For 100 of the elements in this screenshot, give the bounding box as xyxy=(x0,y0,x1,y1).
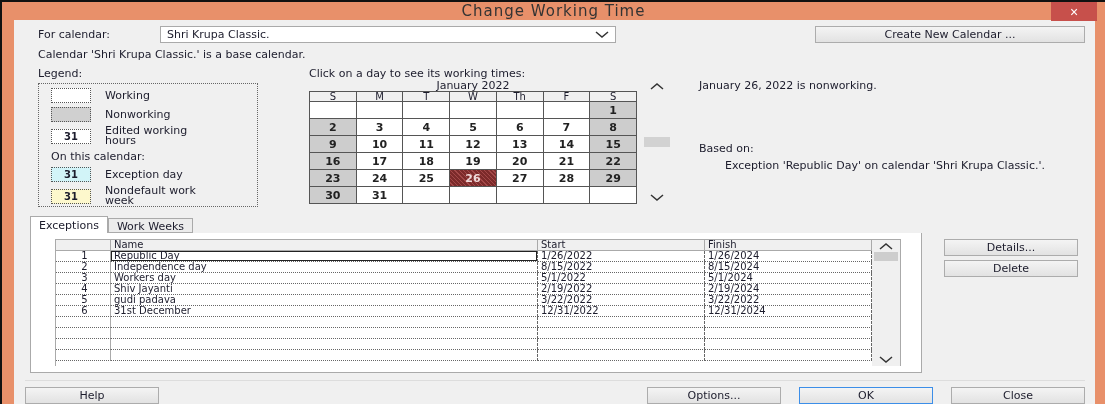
dialog-button[interactable]: Options... xyxy=(647,387,781,404)
calendar-day[interactable]: 30 xyxy=(310,187,357,204)
legend-label: Nondefault work week xyxy=(105,186,197,206)
dialog-button[interactable]: Help xyxy=(25,387,159,404)
scroll-down-icon[interactable] xyxy=(650,194,664,202)
row-number: 6 xyxy=(56,306,111,317)
calendar-day[interactable]: 1 xyxy=(590,102,637,119)
calendar-dropdown[interactable]: Shri Krupa Classic. xyxy=(160,26,617,43)
calendar-day[interactable]: 7 xyxy=(543,119,591,136)
weekday-header: Th xyxy=(496,92,544,102)
table-cell[interactable]: 8/15/2022 xyxy=(538,262,705,273)
legend-swatch xyxy=(51,88,91,103)
weekday-header: F xyxy=(543,92,591,102)
table-cell[interactable]: Workers day xyxy=(111,273,538,284)
table-cell[interactable]: 1/26/2022 xyxy=(538,251,705,262)
calendar-day[interactable]: 29 xyxy=(590,170,637,187)
calendar-day[interactable]: 4 xyxy=(403,119,451,136)
tab[interactable]: Work Weeks xyxy=(107,218,194,233)
table-cell[interactable]: Republic Day xyxy=(111,251,538,262)
table-cell[interactable]: 5/1/2022 xyxy=(538,273,705,284)
calendar-day[interactable]: 2 xyxy=(310,119,357,136)
legend-label: Working xyxy=(105,90,151,101)
dropdown-chevron-icon[interactable] xyxy=(595,30,610,39)
weekday-header: T xyxy=(403,92,451,102)
weekday-header: W xyxy=(450,92,497,102)
calendar-day[interactable]: 19 xyxy=(450,153,497,170)
calendar-day[interactable]: 21 xyxy=(543,153,591,170)
empty-table-cell[interactable] xyxy=(538,350,705,361)
scroll-up-icon[interactable] xyxy=(650,82,664,90)
calendar-day[interactable]: 15 xyxy=(590,136,637,153)
calendar-day[interactable]: 13 xyxy=(496,136,544,153)
legend-swatch: 31 xyxy=(51,188,91,204)
calendar-day[interactable]: 20 xyxy=(496,153,544,170)
calendar-day[interactable]: 22 xyxy=(590,153,637,170)
table-cell[interactable]: 3/22/2022 xyxy=(538,295,705,306)
table-cell[interactable]: 31st December xyxy=(111,306,538,317)
base-calendar-note: Calendar 'Shri Krupa Classic.' is a base calendar. xyxy=(38,48,307,61)
calendar-label: For calendar: xyxy=(38,28,111,41)
calendar-day[interactable]: 25 xyxy=(403,170,451,187)
day-status: January 26, 2022 is nonworking. xyxy=(699,79,878,92)
scroll-up-icon[interactable] xyxy=(879,242,893,250)
legend-label: Exception day xyxy=(105,169,184,180)
side-button[interactable]: Details... xyxy=(944,239,1078,256)
table-cell[interactable]: Shiv Jayanti xyxy=(111,284,538,295)
legend-swatch xyxy=(51,107,91,122)
legend-swatch: 31 xyxy=(51,167,91,182)
empty-table-cell[interactable] xyxy=(538,317,705,328)
calendar-day[interactable]: 12 xyxy=(450,136,497,153)
empty-table-cell[interactable] xyxy=(538,339,705,350)
legend-label: Edited working hours xyxy=(105,126,189,146)
calendar-day[interactable]: 10 xyxy=(356,136,404,153)
scroll-thumb[interactable] xyxy=(874,252,898,261)
weekday-header: S xyxy=(590,92,637,102)
based-on-label: Based on: xyxy=(699,142,755,155)
calendar-day[interactable]: 28 xyxy=(543,170,591,187)
side-button[interactable]: Delete xyxy=(944,260,1078,277)
calendar-day[interactable]: 18 xyxy=(403,153,451,170)
calendar-hint: Click on a day to see its working times: xyxy=(309,67,527,80)
row-number: 3 xyxy=(56,273,111,284)
calendar-day[interactable]: 24 xyxy=(356,170,404,187)
column-header: Start xyxy=(538,240,705,251)
table-cell[interactable]: Independence day xyxy=(111,262,538,273)
table-cell[interactable]: 2/19/2022 xyxy=(538,284,705,295)
calendar-day[interactable]: 9 xyxy=(310,136,357,153)
calendar-day[interactable]: 31 xyxy=(356,187,404,204)
calendar-day[interactable]: 5 xyxy=(450,119,497,136)
calendar-day[interactable]: 16 xyxy=(310,153,357,170)
legend-swatch: 31 xyxy=(51,128,91,144)
based-on-text: Exception 'Republic Day' on calendar 'Shri Krupa Classic.'. xyxy=(725,160,1046,172)
scroll-thumb[interactable] xyxy=(644,137,670,147)
create-calendar-button[interactable]: Create New Calendar ... xyxy=(815,26,1085,43)
calendar-day[interactable]: 17 xyxy=(356,153,404,170)
dialog-button[interactable]: Close xyxy=(951,387,1085,404)
legend-subheading: On this calendar: xyxy=(51,150,147,163)
scroll-down-icon[interactable] xyxy=(879,356,893,364)
column-header: Name xyxy=(111,240,538,251)
calendar-day[interactable]: 8 xyxy=(590,119,637,136)
row-number: 2 xyxy=(56,262,111,273)
weekday-header: S xyxy=(310,92,357,102)
month-title: January 2022 xyxy=(435,81,511,91)
row-number: 5 xyxy=(56,295,111,306)
close-button[interactable]: × xyxy=(1051,2,1097,21)
calendar-day[interactable]: 6 xyxy=(496,119,544,136)
calendar-day[interactable]: 3 xyxy=(356,119,404,136)
tab[interactable]: Exceptions xyxy=(30,216,108,233)
calendar-day[interactable]: 14 xyxy=(543,136,591,153)
legend-label: Nonworking xyxy=(105,109,172,120)
calendar-day[interactable]: 23 xyxy=(310,170,357,187)
table-cell[interactable]: 12/31/2022 xyxy=(538,306,705,317)
window-title: Change Working Time xyxy=(461,2,646,20)
row-number: 1 xyxy=(56,251,111,262)
row-number: 4 xyxy=(56,284,111,295)
empty-table-cell[interactable] xyxy=(538,328,705,339)
column-header: Finish xyxy=(705,240,872,251)
table-cell[interactable]: gudi padava xyxy=(111,295,538,306)
legend-title: Legend: xyxy=(38,67,84,80)
calendar-day[interactable]: 11 xyxy=(403,136,451,153)
calendar-day[interactable]: 26 xyxy=(450,170,497,187)
calendar-day[interactable]: 27 xyxy=(496,170,544,187)
dialog-button[interactable]: OK xyxy=(799,387,933,404)
